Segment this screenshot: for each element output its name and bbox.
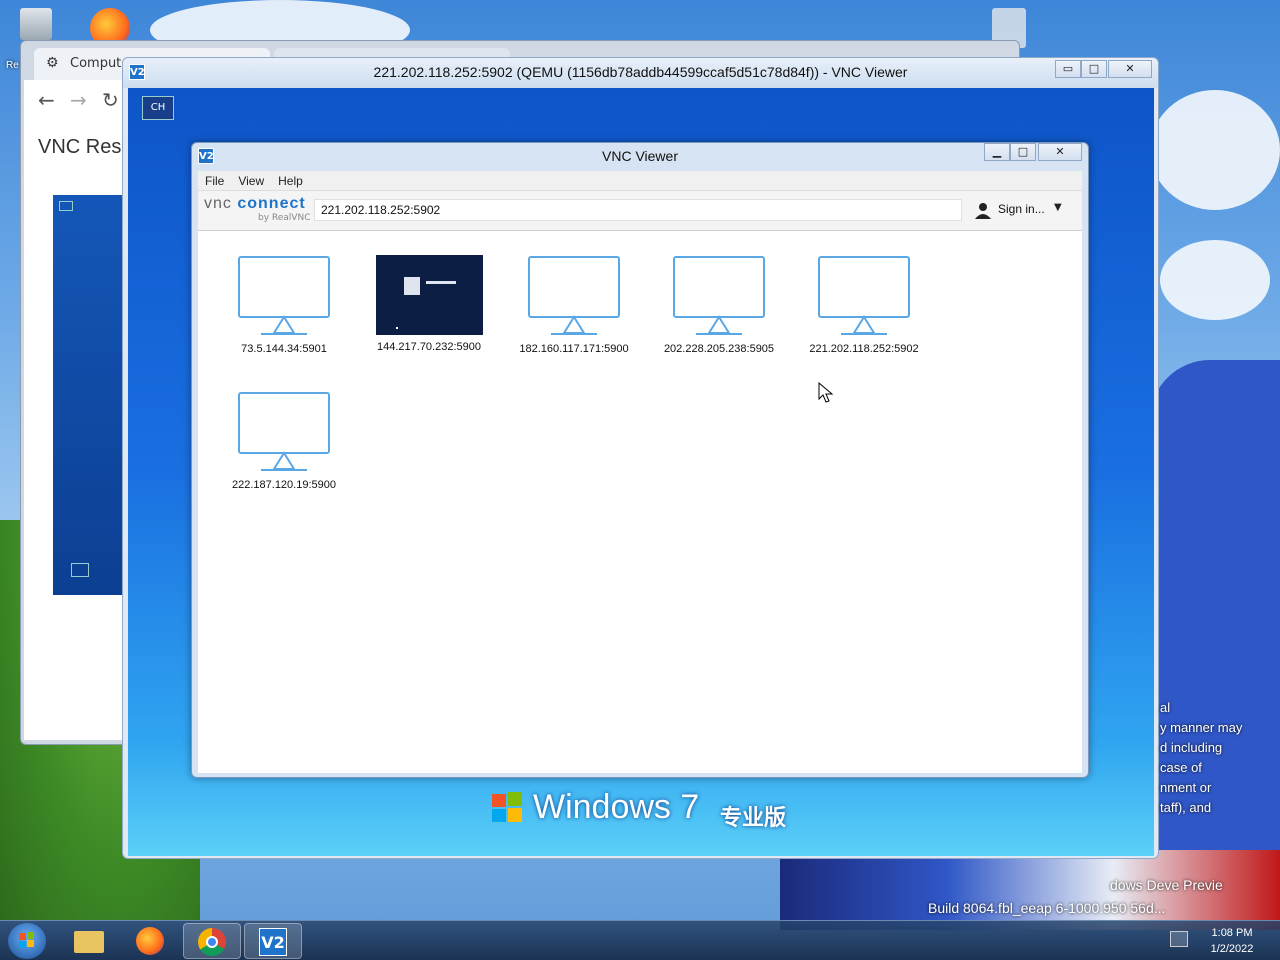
- folder-icon: [74, 931, 104, 953]
- cloud: [1160, 240, 1270, 320]
- chevron-down-icon[interactable]: ▼: [1054, 202, 1062, 213]
- windows-flag-icon: [19, 932, 34, 948]
- forward-arrow-icon[interactable]: →: [70, 88, 87, 112]
- tab-favicon-icon: ⚙: [46, 55, 59, 71]
- overlay-line: taff), and: [1160, 800, 1212, 815]
- toolbar: vnc connect by RealVNC 221.202.118.252:5…: [198, 191, 1082, 231]
- back-arrow-icon[interactable]: ←: [38, 88, 55, 112]
- connection-tile[interactable]: 222.187.120.19:5900: [219, 391, 349, 511]
- monitor-icon: [238, 256, 330, 335]
- cloud: [1150, 90, 1280, 210]
- monitor-icon: [673, 256, 765, 335]
- overlay-line: al: [1160, 700, 1171, 715]
- overlay-line: d including: [1160, 740, 1223, 755]
- menu-file[interactable]: File: [198, 171, 231, 188]
- recycle-bin-icon[interactable]: [20, 8, 52, 40]
- connection-label: 73.5.144.34:5901: [241, 343, 327, 355]
- minimize-button[interactable]: ▭: [1055, 60, 1081, 78]
- vnc-viewer-window[interactable]: V2 VNC Viewer ▁ □ ✕ File View Help vnc con…: [191, 142, 1089, 778]
- sign-in-button[interactable]: Sign in...: [998, 202, 1045, 216]
- chrome-taskbar-button[interactable]: [183, 923, 241, 959]
- monitor-icon: [238, 392, 330, 471]
- connection-tile[interactable]: 202.228.205.238:5905: [654, 255, 784, 375]
- menu-help[interactable]: Help: [271, 171, 310, 188]
- connection-tile[interactable]: 73.5.144.34:5901: [219, 255, 349, 375]
- connection-label: 221.202.118.252:5902: [809, 343, 919, 355]
- firefox-icon: [136, 927, 164, 955]
- page-thumbnail: [53, 195, 133, 595]
- maximize-button[interactable]: □: [1010, 143, 1036, 161]
- maximize-button[interactable]: □: [1081, 60, 1107, 78]
- user-avatar-icon: [403, 277, 420, 295]
- network-icon[interactable]: [1170, 931, 1188, 947]
- clock-date: 1/2/2022: [1210, 943, 1254, 955]
- clock[interactable]: 1:08 PM 1/2/2022: [1196, 925, 1268, 957]
- input-indicator-icon: [59, 201, 73, 211]
- page-title: VNC Reso: [38, 136, 133, 158]
- window-title: VNC Viewer: [602, 148, 678, 164]
- vnc-app-icon: V2: [259, 928, 287, 956]
- power-icon: [71, 563, 89, 577]
- windows-watermark: dows Deve Previe: [1110, 877, 1223, 893]
- input-language-indicator[interactable]: CH: [142, 96, 174, 120]
- window-title: 221.202.118.252:5902 (QEMU (1156db78addb…: [373, 64, 908, 80]
- menu-view[interactable]: View: [231, 171, 271, 188]
- start-button[interactable]: [8, 923, 46, 959]
- connection-label: 222.187.120.19:5900: [232, 479, 336, 491]
- thumbnail-dot: [395, 327, 398, 329]
- minimize-button[interactable]: ▁: [984, 143, 1010, 161]
- thumbnail-bar: [425, 281, 456, 284]
- wallpaper-art: [1150, 360, 1280, 920]
- connection-tile[interactable]: 221.202.118.252:5902: [799, 255, 929, 375]
- overlay-line: y manner may: [1160, 720, 1243, 735]
- overlay-line: case of: [1160, 760, 1202, 775]
- close-button[interactable]: ✕: [1038, 143, 1082, 161]
- file-explorer-taskbar-button[interactable]: [60, 923, 118, 959]
- connection-label: 144.217.70.232:5900: [377, 341, 481, 353]
- monitor-icon: [818, 256, 910, 335]
- connection-label: 182.160.117.171:5900: [519, 343, 629, 355]
- vnc-connect-logo: vnc connect: [204, 195, 306, 213]
- logo-connect-text: connect: [237, 195, 306, 212]
- vnc-viewer-taskbar-button[interactable]: V2: [244, 923, 302, 959]
- clock-time: 1:08 PM: [1211, 927, 1253, 939]
- desktop-icon-label: Re: [6, 60, 19, 71]
- chrome-icon: [198, 928, 226, 956]
- overlay-line: nment or: [1160, 780, 1212, 795]
- windows-flag-icon: [492, 792, 522, 822]
- session-thumbnail: [375, 255, 483, 335]
- mouse-cursor-icon: [818, 382, 834, 403]
- address-input[interactable]: 221.202.118.252:5902: [314, 199, 962, 221]
- address-book: 73.5.144.34:5901 144.217.70.232:5900 182…: [198, 231, 1082, 773]
- monitor-icon: [528, 256, 620, 335]
- tab-label: Compute: [70, 56, 130, 71]
- close-button[interactable]: ✕: [1108, 60, 1152, 78]
- window-titlebar[interactable]: V2 221.202.118.252:5902 (QEMU (1156db78a…: [123, 58, 1158, 88]
- connection-tile[interactable]: 182.160.117.171:5900: [509, 255, 639, 375]
- firefox-taskbar-button[interactable]: [122, 923, 180, 959]
- taskbar: V2 1:08 PM 1/2/2022: [0, 920, 1280, 960]
- os-edition: 专业版: [720, 806, 787, 831]
- connection-tile[interactable]: 144.217.70.232:5900: [364, 255, 494, 375]
- logo-subtitle: by RealVNC: [258, 213, 311, 223]
- logo-vnc-text: vnc: [204, 195, 232, 212]
- build-watermark: Build 8064.fbl_eeap 6-1000.950 56d...: [928, 900, 1166, 916]
- reload-icon[interactable]: ↻: [102, 88, 119, 112]
- desktop-overlay-text: al y manner may d including case of nmen…: [1160, 698, 1242, 818]
- user-avatar-icon[interactable]: [974, 201, 992, 219]
- os-brand: Windows 7: [533, 788, 700, 826]
- connection-label: 202.228.205.238:5905: [663, 343, 775, 355]
- menu-bar: File View Help: [198, 171, 1082, 191]
